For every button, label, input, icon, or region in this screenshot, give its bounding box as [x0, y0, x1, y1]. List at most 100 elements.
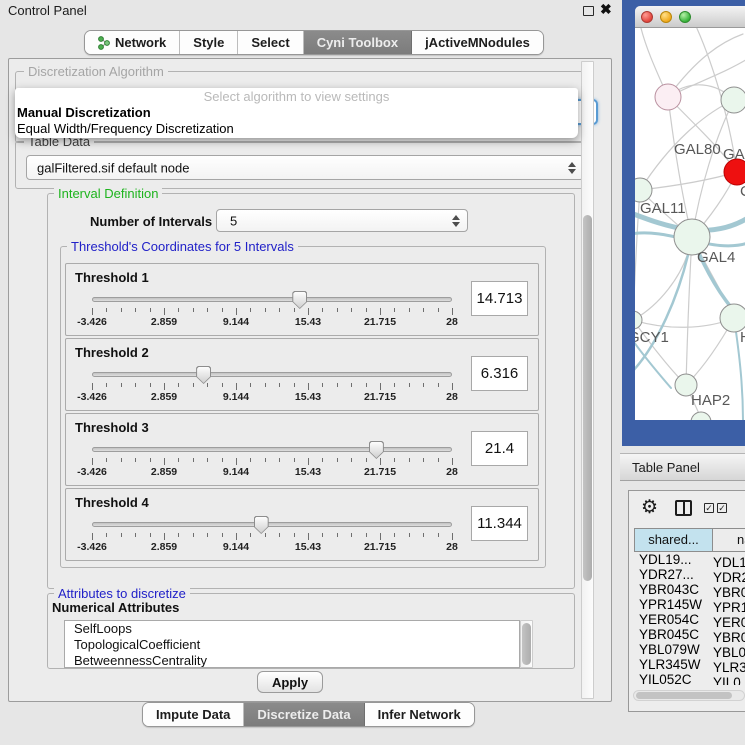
close-traffic-light-icon[interactable]: [641, 11, 653, 23]
cell-name[interactable]: YIL0: [709, 675, 741, 685]
slider-track[interactable]: [92, 447, 452, 452]
network-edge[interactable]: [640, 172, 737, 190]
content-scrollbar[interactable]: [581, 61, 594, 699]
attribute-list-item[interactable]: TopologicalCoefficient: [65, 637, 519, 653]
network-window-frame[interactable]: GAL80GACGAL11GAL4GCY1HHAP2: [622, 0, 745, 446]
cell-shared-name[interactable]: YDR27...: [634, 567, 709, 582]
gear-icon[interactable]: ⚙: [641, 496, 658, 519]
checkbox-icon[interactable]: ✓: [717, 503, 727, 513]
attributes-scrollbar-thumb[interactable]: [522, 623, 531, 665]
tab-label: Discretize Data: [257, 707, 350, 722]
slider-thumb[interactable]: [292, 291, 307, 309]
column-header-name[interactable]: na: [712, 528, 745, 552]
cell-shared-name[interactable]: YLR345W: [634, 657, 709, 672]
number-of-intervals-combobox[interactable]: 5: [216, 209, 468, 232]
table-data-combobox[interactable]: galFiltered.sif default node: [26, 155, 584, 180]
tab-style[interactable]: Style: [180, 31, 238, 54]
apply-button[interactable]: Apply: [257, 671, 323, 693]
cell-shared-name[interactable]: YBR043C: [634, 582, 709, 597]
attributes-list-scrollbar[interactable]: [520, 620, 533, 668]
threshold-panel-4: Threshold 4-3.4262.8599.14415.4321.71528…: [65, 488, 539, 561]
algorithm-option-manual[interactable]: Manual Discretization: [17, 105, 151, 120]
network-icon: [98, 36, 110, 50]
close-icon[interactable]: ✖: [600, 1, 612, 18]
threshold-value-field[interactable]: 21.4: [471, 431, 528, 466]
tab-select[interactable]: Select: [238, 31, 303, 54]
interval-definition-group: Interval Definition Number of Intervals …: [47, 193, 575, 589]
node-top-right[interactable]: [721, 87, 745, 113]
slider-thumb[interactable]: [369, 441, 384, 459]
table-panel-titlebar: Table Panel: [620, 453, 745, 481]
table-row[interactable]: YBR045CYBR0: [634, 627, 745, 642]
cell-shared-name[interactable]: YBL079W: [634, 642, 709, 657]
attribute-list-item[interactable]: BetweennessCentrality: [65, 653, 519, 668]
slider-ticks: [92, 383, 452, 391]
node-bottom-partial[interactable]: [691, 412, 711, 420]
slider-ticks: [92, 533, 452, 541]
network-edge-thick[interactable]: [635, 237, 692, 373]
slider-track[interactable]: [92, 297, 452, 302]
table-row[interactable]: YPR145WYPR1: [634, 597, 745, 612]
cell-shared-name[interactable]: YBR045C: [634, 627, 709, 642]
tab-discretize-data[interactable]: Discretize Data: [244, 703, 364, 726]
algorithm-hint-option[interactable]: Select algorithm to view settings: [15, 89, 578, 104]
tab-cyni-toolbox[interactable]: Cyni Toolbox: [304, 31, 412, 54]
table-row[interactable]: YDL19...YDL1: [634, 552, 745, 567]
table-row[interactable]: YBL079WYBL0: [634, 642, 745, 657]
slider-tick-labels: -3.4262.8599.14415.4321.71528: [92, 466, 452, 480]
tab-label: Impute Data: [156, 707, 230, 722]
table-data-group: Table Data galFiltered.sif default node: [15, 141, 593, 189]
node-label-c: C: [740, 183, 745, 200]
table-horizontal-scrollbar[interactable]: [633, 690, 745, 701]
cell-shared-name[interactable]: YIL052C: [634, 672, 709, 685]
slider-track[interactable]: [92, 372, 452, 377]
tab-network[interactable]: Network: [85, 31, 180, 54]
table-row[interactable]: YIL052CYIL0: [634, 672, 745, 685]
node-gal11[interactable]: [635, 178, 652, 202]
table-row[interactable]: YER054CYER0: [634, 612, 745, 627]
tab-jactivemnodules[interactable]: jActiveMNodules: [412, 31, 543, 54]
float-window-icon[interactable]: [583, 6, 594, 16]
node-h[interactable]: [720, 304, 745, 332]
table-hscrollbar-thumb[interactable]: [636, 692, 732, 699]
split-columns-icon[interactable]: [675, 500, 692, 516]
checkbox-icon[interactable]: ✓: [704, 503, 714, 513]
table-row[interactable]: YBR043CYBR0: [634, 582, 745, 597]
tab-infer-network[interactable]: Infer Network: [365, 703, 474, 726]
node-gcy1[interactable]: [635, 311, 642, 329]
content-scrollbar-thumb[interactable]: [583, 215, 592, 581]
cyni-toolbox-content: Discretization Algorithm Select algorith…: [8, 58, 612, 702]
control-panel-titlebar: Control Panel ✖: [0, 0, 620, 22]
cell-shared-name[interactable]: YER054C: [634, 612, 709, 627]
threshold-value-field[interactable]: 11.344: [471, 506, 528, 541]
node-label-gal80: GAL80: [674, 141, 721, 158]
table-row[interactable]: YLR345WYLR3: [634, 657, 745, 672]
network-edge[interactable]: [635, 318, 734, 327]
attributes-group: Attributes to discretize Numerical Attri…: [47, 593, 575, 669]
attribute-list-item[interactable]: SelfLoops: [65, 621, 519, 637]
threshold-label: Threshold 2: [75, 345, 149, 360]
network-window-titlebar[interactable]: [635, 6, 745, 28]
table-data-value: galFiltered.sif default node: [37, 160, 189, 175]
algorithm-option-equal-width[interactable]: Equal Width/Frequency Discretization: [17, 121, 234, 136]
cell-shared-name[interactable]: YDL19...: [634, 552, 709, 567]
threshold-value-field[interactable]: 6.316: [471, 356, 528, 391]
node-attribute-table: shared... na YDL19...YDL1YDR27...YDR2YBR…: [634, 528, 745, 688]
minimize-traffic-light-icon[interactable]: [660, 11, 672, 23]
node-gal80[interactable]: [655, 84, 681, 110]
slider-thumb[interactable]: [254, 516, 269, 534]
numerical-attributes-label: Numerical Attributes: [52, 600, 179, 615]
threshold-panel-1: Threshold 1-3.4262.8599.14415.4321.71528…: [65, 263, 539, 336]
numerical-attributes-list[interactable]: SelfLoopsTopologicalCoefficientBetweenne…: [64, 620, 520, 668]
tab-impute-data[interactable]: Impute Data: [143, 703, 244, 726]
table-panel-title: Table Panel: [632, 460, 700, 475]
zoom-traffic-light-icon[interactable]: [679, 11, 691, 23]
number-of-intervals-label: Number of Intervals: [90, 214, 212, 229]
column-header-shared-name[interactable]: shared...: [634, 528, 713, 552]
table-row[interactable]: YDR27...YDR2: [634, 567, 745, 582]
slider-thumb[interactable]: [196, 366, 211, 384]
network-canvas[interactable]: GAL80GACGAL11GAL4GCY1HHAP2: [635, 28, 745, 420]
threshold-value-field[interactable]: 14.713: [471, 281, 528, 316]
cell-shared-name[interactable]: YPR145W: [634, 597, 709, 612]
slider-track[interactable]: [92, 522, 452, 527]
